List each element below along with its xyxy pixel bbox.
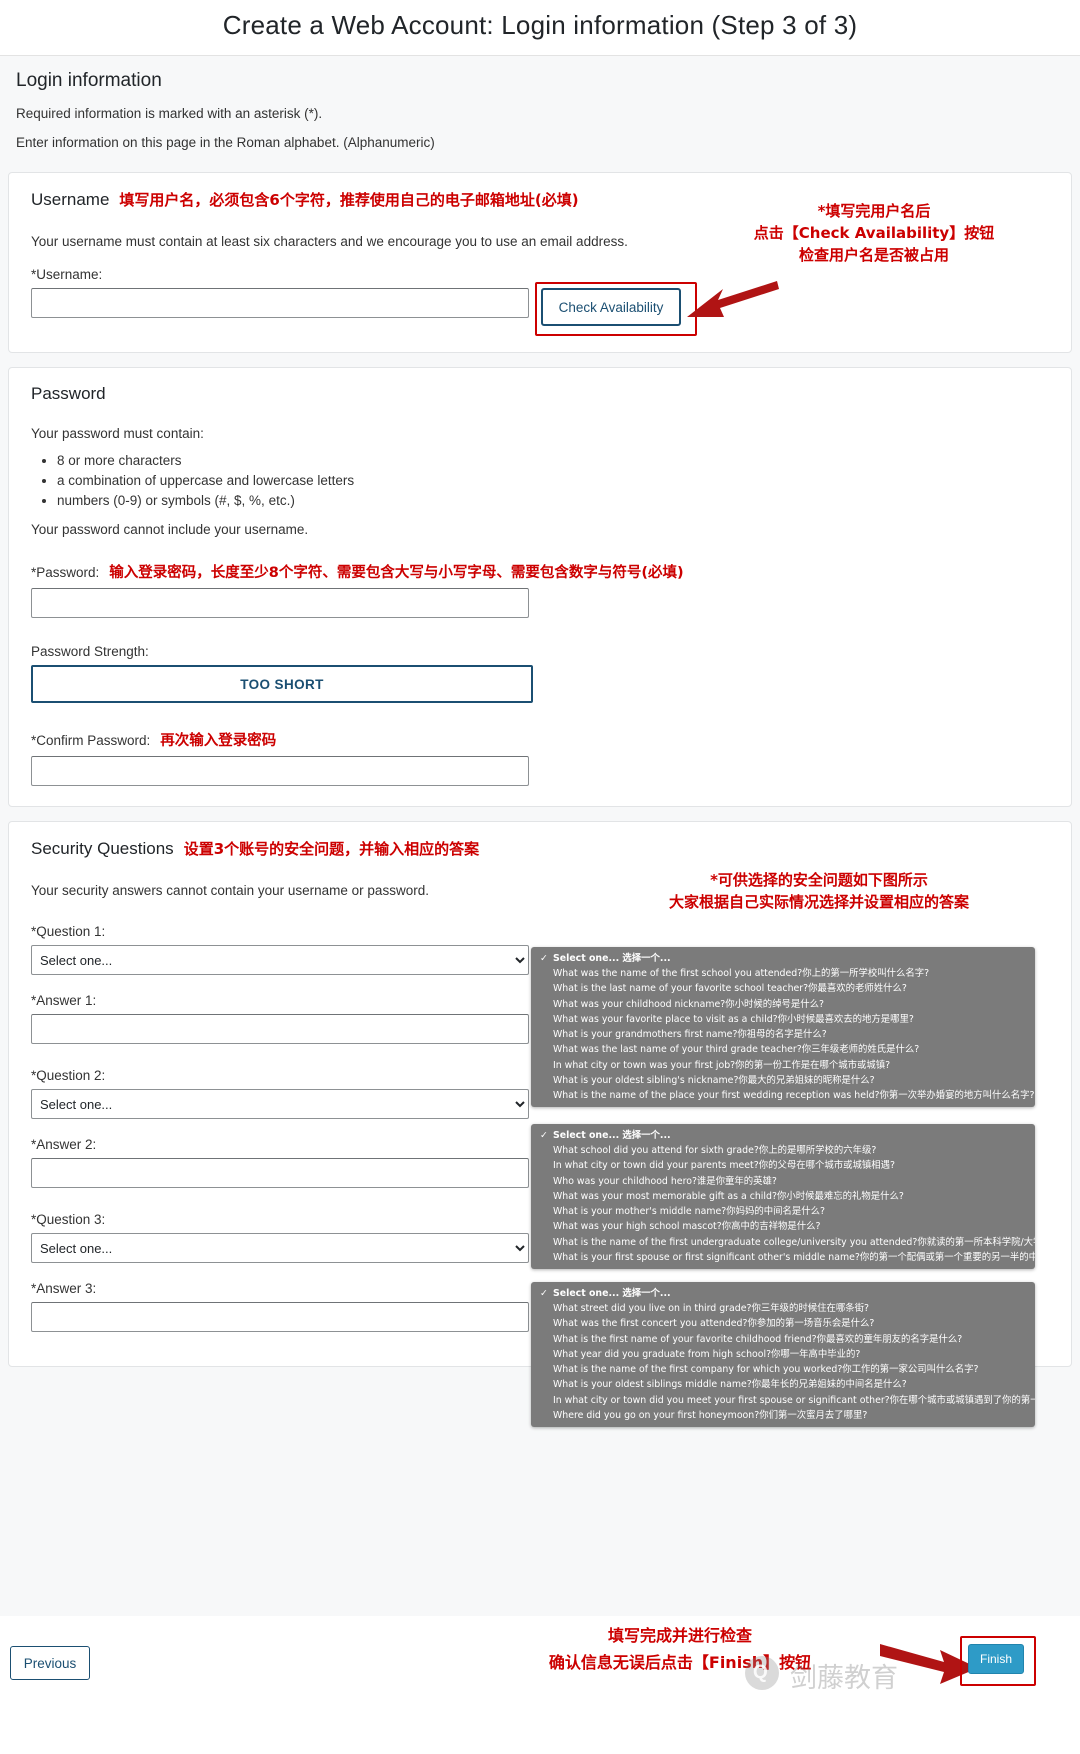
username-note-line2: 点击【Check Availability】按钮 <box>753 223 995 242</box>
watermark-logo-glyph: Q <box>753 1662 768 1683</box>
answer-1-input[interactable] <box>31 1014 529 1044</box>
dropdown-option[interactable]: What was your most memorable gift as a c… <box>531 1189 1035 1204</box>
confirm-password-annotation: 再次输入登录密码 <box>160 733 277 749</box>
dropdown-option[interactable]: What is the first name of your favorite … <box>531 1332 1035 1347</box>
password-requirement: numbers (0-9) or symbols (#, $, %, etc.) <box>57 493 1049 508</box>
password-requirements-list: 8 or more characters a combination of up… <box>31 453 1049 508</box>
dropdown-option[interactable]: What is your mother's middle name?你妈妈的中间… <box>531 1204 1035 1219</box>
finish-note-line1: 填写完成并进行检查 <box>607 1626 752 1645</box>
dropdown-option[interactable]: Who was your childhood hero?谁是你童年的英雄? <box>531 1174 1035 1189</box>
dropdown-selected-option[interactable]: Select one... 选择一个... <box>531 1128 1035 1143</box>
dropdown-selected-option[interactable]: Select one... 选择一个... <box>531 951 1035 966</box>
password-cannot-include-note: Your password cannot include your userna… <box>31 522 309 537</box>
dropdown-option[interactable]: In what city or town did your parents me… <box>531 1158 1035 1173</box>
dropdown-option[interactable]: In what city or town was your first job?… <box>531 1058 1035 1073</box>
dropdown-option[interactable]: What was your childhood nickname?你小时候的绰号… <box>531 997 1035 1012</box>
security-heading: Security Questions <box>31 839 174 858</box>
dropdown-option[interactable]: What was the name of the first school yo… <box>531 966 1035 981</box>
password-annotation: 输入登录密码，长度至少8个字符、需要包含大写与小写字母、需要包含数字与符号(必填… <box>109 565 684 581</box>
security-note-line1: *可供选择的安全问题如下图所示 <box>710 871 928 889</box>
confirm-password-label-text: *Confirm Password: <box>31 733 151 748</box>
dropdown-option[interactable]: What street did you live on in third gra… <box>531 1301 1035 1316</box>
username-annotation: 填写用户名，必须包含6个字符，推荐使用自己的电子邮箱地址(必填) <box>119 191 579 209</box>
dropdown-selected-option[interactable]: Select one... 选择一个... <box>531 1286 1035 1301</box>
dropdown-option[interactable]: What was the first concert you attended?… <box>531 1316 1035 1331</box>
dropdown-option[interactable]: What is the last name of your favorite s… <box>531 981 1035 996</box>
dropdown-option[interactable]: What was your high school mascot?你高中的吉祥物… <box>531 1219 1035 1234</box>
confirm-password-label: *Confirm Password: 再次输入登录密码 <box>31 729 1049 750</box>
security-note-line2: 大家根据自己实际情况选择并设置相应的答案 <box>668 892 969 911</box>
login-information-intro: Login information Required information i… <box>8 56 1072 172</box>
page-title: Create a Web Account: Login information … <box>222 10 858 40</box>
security-note: *可供选择的安全问题如下图所示 大家根据自己实际情况选择并设置相应的答案 <box>589 870 1049 914</box>
security-question-options-panel-3: Select one... 选择一个...What street did you… <box>531 1282 1035 1428</box>
username-note-line3: 检查用户名是否被占用 <box>798 245 949 264</box>
intro-alphabet-note: Enter information on this page in the Ro… <box>16 135 435 150</box>
password-requirement: a combination of uppercase and lowercase… <box>57 473 1049 488</box>
security-question-options-panel-2: Select one... 选择一个...What school did you… <box>531 1124 1035 1270</box>
footer: Previous 填写完成并进行检查 确认信息无误后点击【Finish】按钮 Q… <box>0 1616 1080 1754</box>
dropdown-option[interactable]: What is your grandmothers first name?你祖母… <box>531 1027 1035 1042</box>
security-annotation: 设置3个账号的安全问题，并输入相应的答案 <box>183 840 480 858</box>
username-input[interactable] <box>31 288 529 318</box>
username-arrow-icon <box>687 281 779 317</box>
finish-button-wrapper: Finish <box>960 1636 1036 1686</box>
username-note: *填写完用户名后 点击【Check Availability】按钮 检查用户名是… <box>709 201 1039 266</box>
dropdown-option[interactable]: What was your favorite place to visit as… <box>531 1012 1035 1027</box>
page-content: Login information Required information i… <box>0 56 1080 1616</box>
password-requirement: 8 or more characters <box>57 453 1049 468</box>
question-2-select[interactable]: Select one... <box>31 1089 529 1119</box>
dropdown-option[interactable]: In what city or town did you meet your f… <box>531 1393 1035 1408</box>
answer-3-input[interactable] <box>31 1302 529 1332</box>
username-card: Username 填写用户名，必须包含6个字符，推荐使用自己的电子邮箱地址(必填)… <box>8 172 1072 353</box>
username-note-line1: *填写完用户名后 <box>817 202 931 220</box>
dropdown-option[interactable]: Where did you go on your first honeymoon… <box>531 1408 1035 1423</box>
security-questions-card: Security Questions 设置3个账号的安全问题，并输入相应的答案 Y… <box>8 821 1072 1428</box>
password-input[interactable] <box>31 588 529 618</box>
security-question-options-panel-1: Select one... 选择一个...What was the name o… <box>531 947 1035 1108</box>
dropdown-option[interactable]: What was the last name of your third gra… <box>531 1042 1035 1057</box>
password-label: *Password: 输入登录密码，长度至少8个字符、需要包含大写与小写字母、需要… <box>31 561 1049 582</box>
question-1-select[interactable]: Select one... <box>31 945 529 975</box>
password-strength-label: Password Strength: <box>31 644 149 659</box>
dropdown-option[interactable]: What is the name of the place your first… <box>531 1088 1035 1103</box>
question-3-select[interactable]: Select one... <box>31 1233 529 1263</box>
dropdown-option[interactable]: What year did you graduate from high sch… <box>531 1347 1035 1362</box>
dropdown-option[interactable]: What is the name of the first company fo… <box>531 1362 1035 1377</box>
dropdown-option[interactable]: What school did you attend for sixth gra… <box>531 1143 1035 1158</box>
check-availability-button[interactable]: Check Availability <box>541 288 681 326</box>
dropdown-option[interactable]: What is your first spouse or first signi… <box>531 1250 1035 1265</box>
password-must-contain-label: Your password must contain: <box>31 426 204 441</box>
dropdown-option[interactable]: What is your oldest siblings middle name… <box>531 1377 1035 1392</box>
question-1-label: *Question 1: <box>31 924 106 939</box>
answer-2-input[interactable] <box>31 1158 529 1188</box>
previous-button[interactable]: Previous <box>10 1646 90 1680</box>
username-heading: Username <box>31 190 110 209</box>
intro-required-note: Required information is marked with an a… <box>16 106 323 121</box>
username-row: Check Availability <box>31 282 1049 336</box>
username-label: *Username: <box>31 267 103 282</box>
dropdown-option[interactable]: What is your oldest sibling's nickname?你… <box>531 1073 1035 1088</box>
dropdown-option[interactable]: What is the name of the first undergradu… <box>531 1235 1035 1250</box>
confirm-password-input[interactable] <box>31 756 529 786</box>
finish-button[interactable]: Finish <box>968 1644 1024 1674</box>
password-strength-indicator: TOO SHORT <box>31 665 533 703</box>
password-label-text: *Password: <box>31 565 100 580</box>
password-card: Password Your password must contain: 8 o… <box>8 367 1072 807</box>
intro-heading: Login information <box>16 70 162 91</box>
password-heading: Password <box>31 384 106 403</box>
